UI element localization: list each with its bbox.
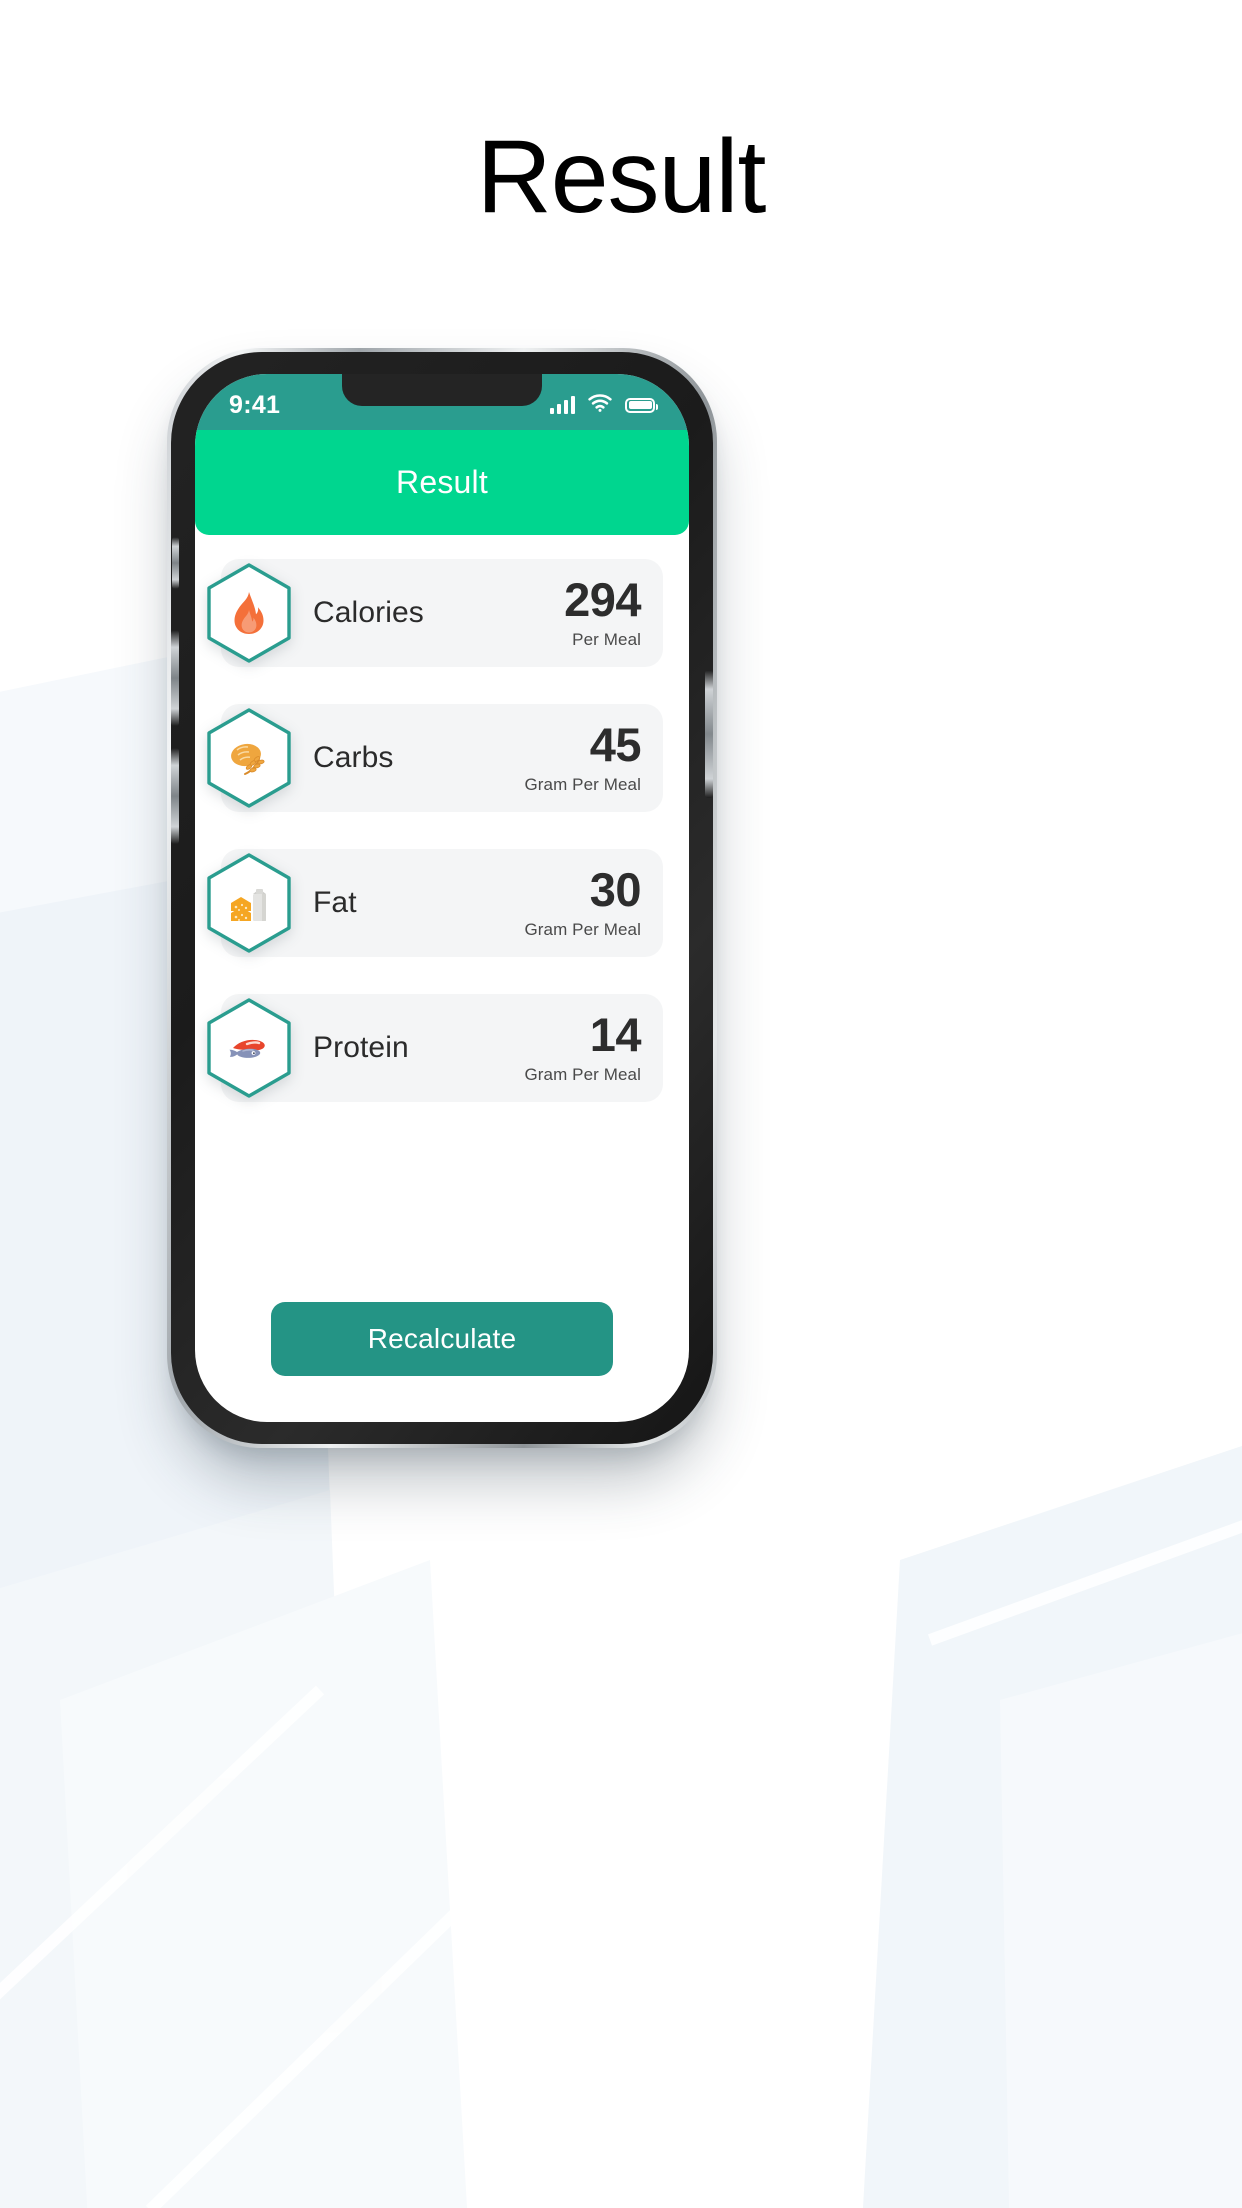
wifi-icon [588,393,612,417]
hexagon-badge [203,562,295,664]
card-unit: Gram Per Meal [524,774,641,794]
card-label: Calories [313,596,424,629]
cheese-milk-icon [203,852,295,954]
phone-body: 9:41 Result Calories 294 Per Meal Carbs … [171,352,713,1444]
nutrient-card-list: Calories 294 Per Meal Carbs 45 Gram Per … [195,535,689,1102]
app-header-title: Result [396,464,488,500]
battery-full-icon [625,397,658,413]
status-bar: 9:41 [195,374,689,430]
card-label: Protein [313,1031,409,1064]
phone-notch [342,374,542,406]
phone-mockup: 9:41 Result Calories 294 Per Meal Carbs … [161,330,723,1448]
nutrient-card-protein[interactable]: Protein 14 Gram Per Meal [207,994,663,1102]
card-values: 30 Gram Per Meal [524,866,641,940]
hexagon-badge [203,997,295,1099]
nutrient-card-carbs[interactable]: Carbs 45 Gram Per Meal [207,704,663,812]
card-label: Carbs [313,741,394,774]
volume-down-button[interactable] [171,748,179,844]
status-indicators [550,393,658,417]
phone-screen: 9:41 Result Calories 294 Per Meal Carbs … [195,374,689,1422]
card-values: 14 Gram Per Meal [524,1011,641,1085]
card-label: Fat [313,886,357,919]
app-header: Result [195,430,689,535]
card-unit: Gram Per Meal [524,919,641,939]
card-unit: Per Meal [572,629,641,649]
hexagon-badge [203,852,295,954]
footer-area: Recalculate [195,1302,689,1376]
flame-icon [203,562,295,664]
silence-switch[interactable] [172,537,179,589]
bread-wheat-icon [203,707,295,809]
power-button[interactable] [705,670,713,798]
card-value: 45 [589,718,642,772]
status-time: 9:41 [229,390,281,419]
card-values: 45 Gram Per Meal [524,721,641,795]
card-values: 294 Per Meal [564,576,641,650]
nutrient-card-calories[interactable]: Calories 294 Per Meal [207,559,663,667]
fish-meat-icon [203,997,295,1099]
signal-bars-icon [550,396,575,414]
recalculate-button[interactable]: Recalculate [271,1302,613,1376]
card-value: 14 [589,1008,642,1062]
card-value: 30 [589,863,642,917]
card-unit: Gram Per Meal [524,1064,641,1084]
nutrient-card-fat[interactable]: Fat 30 Gram Per Meal [207,849,663,957]
page-title: Result [476,119,767,235]
volume-up-button[interactable] [171,630,179,726]
card-value: 294 [564,573,641,627]
hexagon-badge [203,707,295,809]
